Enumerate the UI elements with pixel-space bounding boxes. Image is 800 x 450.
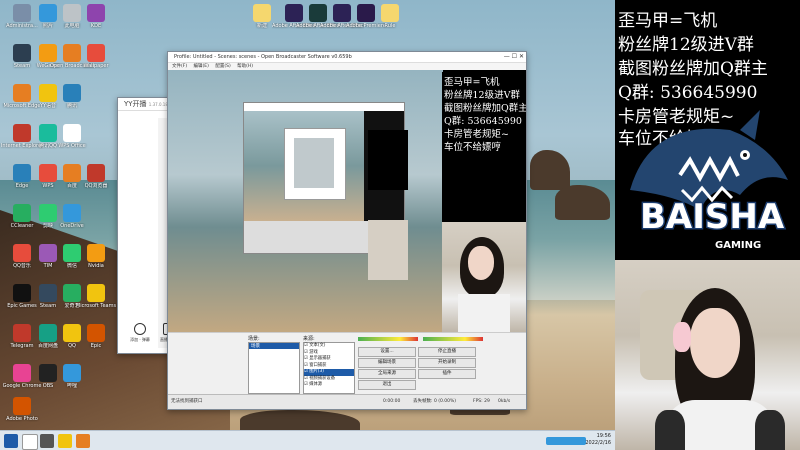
obs-title: Profile: Untitled - Scenes: scenes - Ope… — [168, 52, 526, 63]
taskbar: 19:56 2022/2/16 — [0, 430, 615, 450]
yy-btn-add[interactable]: 添加 · 弹幕 — [126, 323, 154, 343]
logo-subtext: GAMING — [715, 240, 761, 251]
desktop: Administra... Steam Microsoft Edge Inter… — [0, 0, 615, 450]
scenes-label: 场景: — [248, 336, 260, 342]
desktop-icon[interactable]: WPS Office — [50, 122, 94, 162]
sources-list[interactable]: ☑ 文本(文) ☑ 游戏 ☑ 显示器捕获 ☑ 窗口捕获 ☑ 图片(3) ☑ 视频… — [303, 342, 355, 394]
menu-help[interactable]: 帮助(H) — [237, 64, 253, 69]
window-controls[interactable]: — ☐ ✕ — [504, 52, 524, 62]
tray-icons[interactable] — [546, 437, 586, 445]
desktop-icon[interactable]: Nvidia — [74, 242, 118, 282]
desktop-overlay-copy: 歪马甲=飞机 粉丝牌12级进V群 截图粉丝牌加Q群主 Q群: 536645990… — [442, 72, 526, 222]
webcam-feed — [615, 260, 800, 450]
audio-meter — [358, 337, 418, 341]
desktop-icon[interactable]: Rule — [368, 2, 412, 42]
windows-start-icon[interactable] — [4, 434, 18, 448]
desktop-icon[interactable]: QQ浏览器 — [74, 162, 118, 202]
obs-controls-panel: 场景: 场景 来源: ☑ 文本(文) ☑ 游戏 ☑ 显示器捕获 ☑ 窗口捕获 ☑… — [168, 332, 526, 395]
desktop-icon[interactable]: Wallpaper — [74, 42, 118, 82]
desktop-icon[interactable]: Microsoft Teams — [74, 282, 118, 322]
app-icon[interactable] — [76, 434, 90, 448]
menu-profile[interactable]: 配置(S) — [215, 64, 230, 69]
logo-text: BAISHA — [640, 197, 785, 237]
menu-file[interactable]: 文件(F) — [172, 64, 187, 69]
overlay-text-line: 歪马甲=飞机 — [618, 11, 718, 31]
menu-edit[interactable]: 编辑(E) — [194, 64, 209, 69]
scenes-list[interactable]: 场景 — [248, 342, 300, 394]
search-icon[interactable] — [22, 434, 38, 450]
settings-button[interactable]: 设置... — [358, 347, 416, 357]
overlay-text-line: 截图粉丝牌加Q群主 — [618, 59, 768, 79]
stream-overlay-panel: 歪马甲=飞机 粉丝牌12级进V群 截图粉丝牌加Q群主 Q群: 536645990… — [615, 0, 800, 450]
start-stream-button[interactable]: 停止直播 — [418, 347, 476, 357]
task-view-icon[interactable] — [40, 434, 54, 448]
desktop-icon[interactable]: OneDrive — [50, 202, 94, 242]
desktop-webcam-copy — [442, 222, 526, 332]
plugins-button[interactable]: 插件 — [418, 369, 476, 379]
start-recording-button[interactable]: 开始录制 — [418, 358, 476, 368]
desktop-icon[interactable]: 哔哩 — [50, 362, 94, 402]
edit-scene-button[interactable]: 编辑场景 — [358, 358, 416, 368]
global-sources-button[interactable]: 全局来源 — [358, 369, 416, 379]
exit-button[interactable]: 退出 — [358, 380, 416, 390]
taskbar-clock[interactable]: 19:56 2022/2/16 — [585, 433, 611, 447]
overlay-text-line: 粉丝牌12级进V群 — [618, 35, 754, 55]
desktop-icon[interactable]: 腾讯 — [50, 82, 94, 122]
desktop-icon[interactable]: Epic — [74, 322, 118, 362]
desktop-icon[interactable]: KDE — [74, 2, 118, 42]
scene-item[interactable]: 场景 — [249, 343, 299, 349]
audio-meter — [423, 337, 483, 341]
shark-logo-icon: BAISHA GAMING — [630, 110, 788, 251]
obs-menubar: 文件(F) 编辑(E) 配置(S) 帮助(H) — [168, 63, 526, 70]
headphone-icon — [673, 322, 691, 352]
file-explorer-icon[interactable] — [58, 434, 72, 448]
obs-preview[interactable] — [168, 70, 443, 332]
source-item[interactable]: ☑ 媒体源 — [304, 382, 354, 389]
sources-label: 来源: — [303, 336, 315, 342]
obs-status-bar: 无法找到捕获口 0:00:00 丢失帧数: 0 (0.00%) FPS: 29 … — [168, 394, 526, 409]
